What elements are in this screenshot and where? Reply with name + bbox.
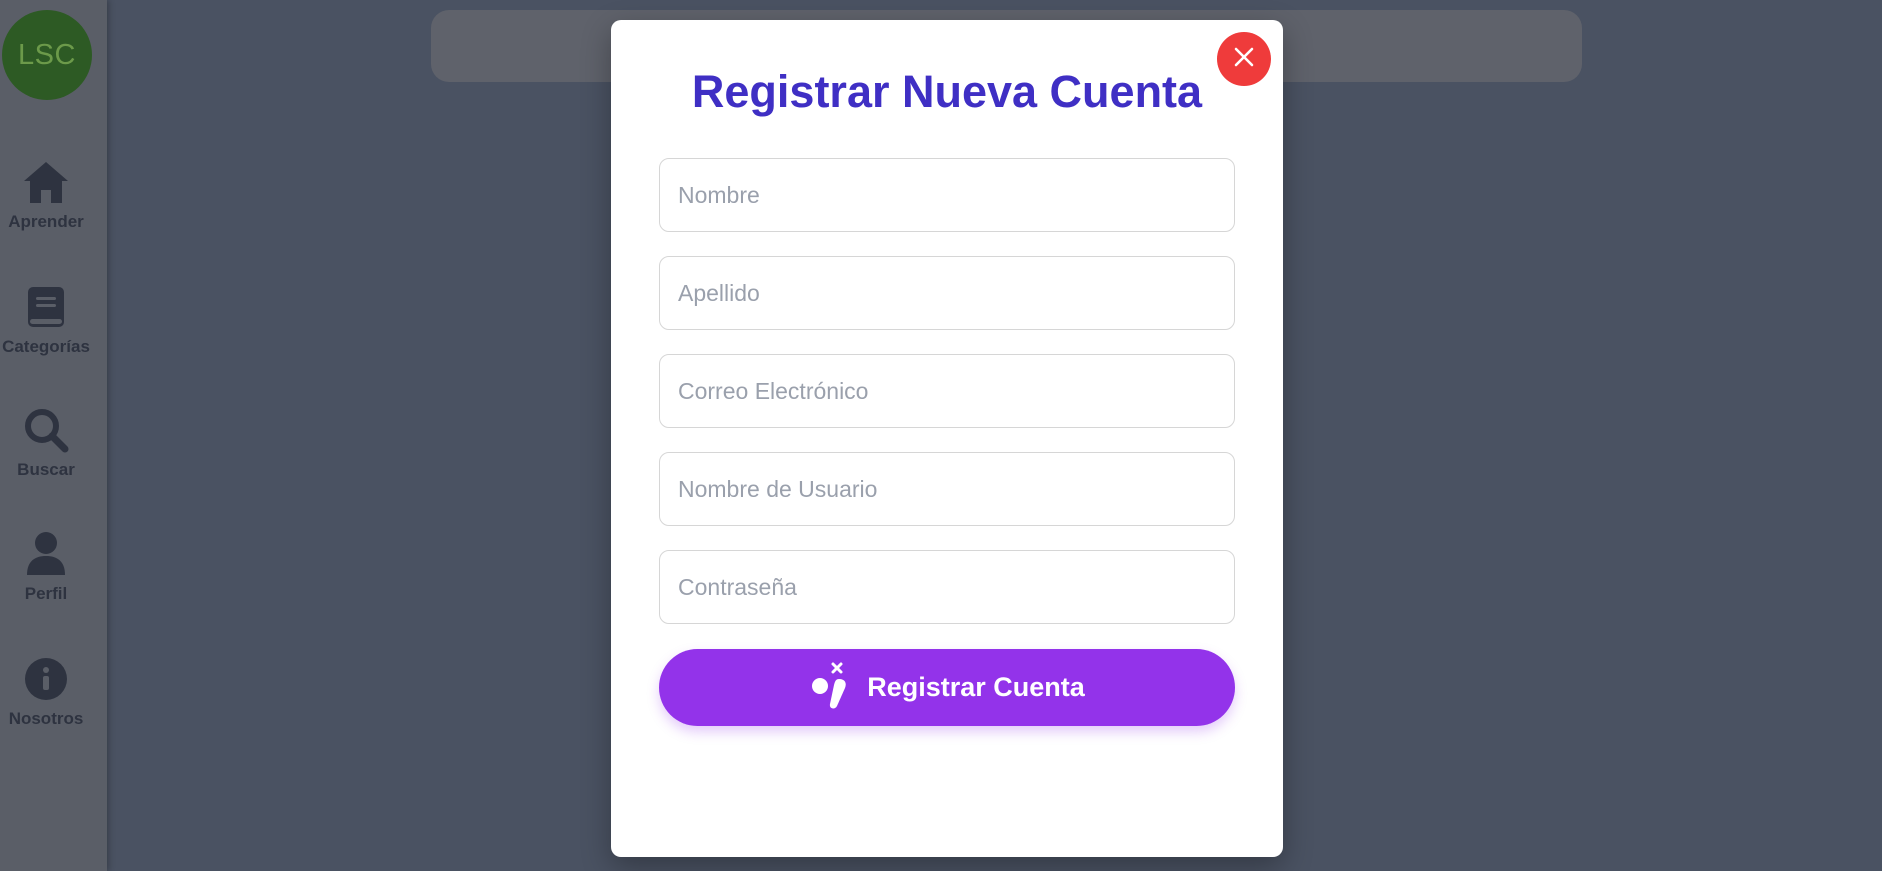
sidebar-item-label: Aprender [8,212,84,231]
book-icon [22,283,70,331]
user-icon [22,530,70,578]
username-field[interactable] [659,452,1235,526]
sidebar-item-categorias[interactable]: Categorías [0,283,92,357]
sidebar: LSC Aprender Categorías Buscar Perfil No… [0,0,107,871]
logo-text: LSC [18,38,76,71]
modal-title: Registrar Nueva Cuenta [691,66,1203,117]
sidebar-item-label: Categorías [2,337,90,356]
sidebar-item-buscar[interactable]: Buscar [0,406,92,480]
last-name-field[interactable] [659,256,1235,330]
sign-language-icon [809,661,853,714]
sidebar-item-nosotros[interactable]: Nosotros [0,655,92,729]
register-account-label: Registrar Cuenta [867,672,1085,702]
sidebar-item-perfil[interactable]: Perfil [0,530,92,604]
sidebar-item-aprender[interactable]: Aprender [0,158,92,232]
sidebar-item-label: Buscar [17,460,75,479]
logo[interactable]: LSC [2,10,92,100]
info-icon [22,655,70,703]
sidebar-item-label: Nosotros [8,709,84,728]
register-account-button[interactable]: Registrar Cuenta [659,649,1235,726]
email-field[interactable] [659,354,1235,428]
search-icon [22,406,70,454]
password-field[interactable] [659,550,1235,624]
register-modal: Registrar Nueva Cuenta Registrar Cuenta [611,20,1283,857]
home-icon [22,158,70,206]
sidebar-item-label: Perfil [24,584,68,603]
first-name-field[interactable] [659,158,1235,232]
